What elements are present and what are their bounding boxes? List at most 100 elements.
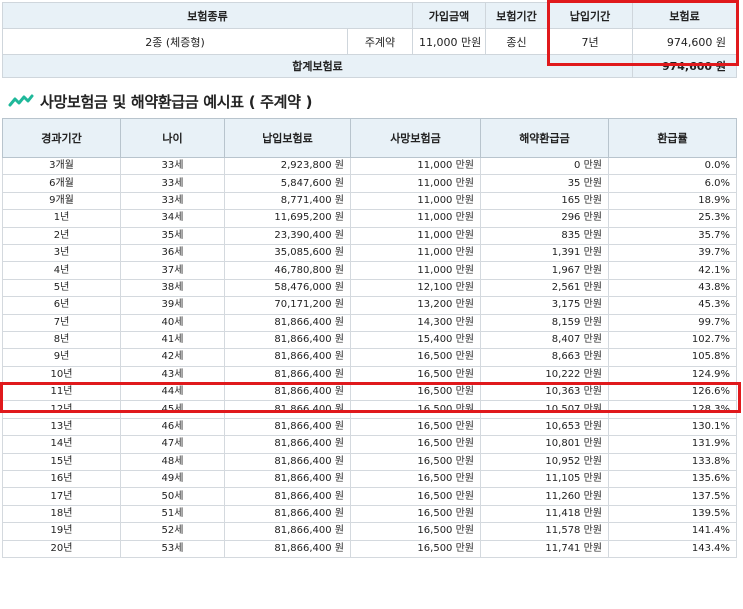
cell-refund-rate: 143.4%: [608, 539, 737, 558]
table-row: 7년 40세 81,866,400 원 14,300 만원 8,159 만원 99.7%: [2, 313, 737, 332]
cell-refund-rate: 39.7%: [608, 243, 737, 263]
cell-death-benefit: 16,500 만원: [350, 487, 481, 506]
cell-surrender-value: 11,105 만원: [480, 470, 609, 489]
cell-refund-rate: 6.0%: [608, 174, 737, 193]
cell-paid-premium: 81,866,400 원: [224, 400, 351, 419]
cell-surrender-value: 8,663 만원: [480, 348, 609, 367]
section-title: 사망보험금 및 해약환급금 예시표 ( 주계약 ): [40, 92, 313, 111]
cell-surrender-value: 11,260 만원: [480, 487, 609, 506]
cell-surrender-value: 2,561 만원: [480, 278, 609, 298]
cell-paid-premium: 81,866,400 원: [224, 470, 351, 489]
cell-refund-rate: 133.8%: [608, 452, 737, 472]
refund-table-header: 경과기간 나이 납입보험료 사망보험금 해약환급금 환급률: [2, 118, 737, 158]
table-row: 19년 52세 81,866,400 원 16,500 만원 11,578 만원 141.…: [2, 522, 737, 541]
cell-age: 36세: [120, 243, 225, 263]
table-row: 17년 50세 81,866,400 원 16,500 만원 11,260 만원 137.…: [2, 487, 737, 506]
col-death-benefit: 사망보험금: [350, 118, 481, 158]
cell-death-benefit: 11,000 만원: [350, 209, 481, 228]
cell-age: 50세: [120, 487, 225, 506]
cell-death-benefit: 16,500 만원: [350, 504, 481, 524]
table-row: 3년 36세 35,085,600 원 11,000 만원 1,391 만원 39.7%: [2, 243, 737, 263]
cell-surrender-value: 11,578 만원: [480, 522, 609, 541]
table-row: 6년 39세 70,171,200 원 13,200 만원 3,175 만원 45.3%: [2, 296, 737, 315]
cell-age: 35세: [120, 226, 225, 245]
table-row: 11년 44세 81,866,400 원 16,500 만원 10,363 만원 126.…: [2, 383, 737, 402]
cell-refund-rate: 35.7%: [608, 226, 737, 245]
cell-surrender-value: 10,801 만원: [480, 435, 609, 454]
cell-death-benefit: 11,000 만원: [350, 191, 481, 211]
cell-age: 41세: [120, 330, 225, 350]
table-row: 16년 49세 81,866,400 원 16,500 만원 11,105 만원 135.…: [2, 470, 737, 489]
cell-surrender-value: 10,222 만원: [480, 365, 609, 385]
cell-surrender-value: 11,418 만원: [480, 504, 609, 524]
table-row: 8년 41세 81,866,400 원 15,400 만원 8,407 만원 102.7%: [2, 330, 737, 350]
cell-death-benefit: 11,000 만원: [350, 261, 481, 280]
cell-paid-premium: 81,866,400 원: [224, 452, 351, 472]
cell-refund-rate: 0.0%: [608, 156, 737, 176]
payment-period-value: 7년: [547, 28, 634, 55]
cell-elapsed-period: 8년: [2, 330, 121, 350]
cell-surrender-value: 8,159 만원: [480, 313, 609, 332]
cell-death-benefit: 11,000 만원: [350, 226, 481, 245]
table-row: 15년 48세 81,866,400 원 16,500 만원 10,952 만원 133.…: [2, 452, 737, 472]
cell-paid-premium: 11,695,200 원: [224, 209, 351, 228]
cell-age: 37세: [120, 261, 225, 280]
header-coverage: 가입금액: [412, 2, 487, 29]
cell-surrender-value: 10,653 만원: [480, 417, 609, 437]
cell-death-benefit: 16,500 만원: [350, 400, 481, 419]
cell-elapsed-period: 9개월: [2, 191, 121, 211]
cell-surrender-value: 1,967 만원: [480, 261, 609, 280]
cell-elapsed-period: 19년: [2, 522, 121, 541]
cell-elapsed-period: 18년: [2, 504, 121, 524]
col-surrender-value: 해약환급금: [480, 118, 609, 158]
summary-total-row: 합계보험료 974,600 원: [1, 54, 738, 78]
cell-refund-rate: 18.9%: [608, 191, 737, 211]
header-insurance-type: 보험종류: [1, 2, 414, 29]
table-row: 4년 37세 46,780,800 원 11,000 만원 1,967 만원 42.1%: [2, 261, 737, 280]
cell-age: 33세: [120, 174, 225, 193]
cell-elapsed-period: 6년: [2, 296, 121, 315]
cell-refund-rate: 131.9%: [608, 435, 737, 454]
cell-paid-premium: 81,866,400 원: [224, 417, 351, 437]
col-elapsed-period: 경과기간: [2, 118, 121, 158]
cell-elapsed-period: 13년: [2, 417, 121, 437]
cell-age: 40세: [120, 313, 225, 332]
cell-death-benefit: 16,500 만원: [350, 348, 481, 367]
cell-surrender-value: 165 만원: [480, 191, 609, 211]
col-refund-rate: 환급률: [608, 118, 737, 158]
cell-surrender-value: 10,507 만원: [480, 400, 609, 419]
summary-header-row: 보험종류 가입금액 보험기간 납입기간 보험료: [1, 2, 738, 29]
cell-death-benefit: 11,000 만원: [350, 243, 481, 263]
cell-age: 33세: [120, 156, 225, 176]
cell-surrender-value: 0 만원: [480, 156, 609, 176]
table-row: 9개월 33세 8,771,400 원 11,000 만원 165 만원 18.9%: [2, 191, 737, 211]
cell-death-benefit: 11,000 만원: [350, 156, 481, 176]
refund-table: 경과기간 나이 납입보험료 사망보험금 해약환급금 환급률 3개월 33세 2,92…: [2, 118, 737, 558]
cell-surrender-value: 35 만원: [480, 174, 609, 193]
cell-elapsed-period: 4년: [2, 261, 121, 280]
table-row: 3개월 33세 2,923,800 원 11,000 만원 0 만원 0.0%: [2, 156, 737, 176]
table-row: 2년 35세 23,390,400 원 11,000 만원 835 만원 35.7%: [2, 226, 737, 245]
table-row: 18년 51세 81,866,400 원 16,500 만원 11,418 만원 139.…: [2, 504, 737, 524]
cell-elapsed-period: 9년: [2, 348, 121, 367]
cell-refund-rate: 105.8%: [608, 348, 737, 367]
cell-paid-premium: 81,866,400 원: [224, 313, 351, 332]
cell-paid-premium: 46,780,800 원: [224, 261, 351, 280]
coverage-value: 11,000 만원: [412, 28, 487, 55]
cell-death-benefit: 16,500 만원: [350, 365, 481, 385]
cell-death-benefit: 13,200 만원: [350, 296, 481, 315]
cell-elapsed-period: 3개월: [2, 156, 121, 176]
cell-paid-premium: 81,866,400 원: [224, 348, 351, 367]
cell-refund-rate: 43.8%: [608, 278, 737, 298]
insurance-type-value: 2종 (체증형): [2, 28, 348, 55]
contract-value: 주계약: [346, 28, 414, 55]
cell-surrender-value: 3,175 만원: [480, 296, 609, 315]
cell-age: 48세: [120, 452, 225, 472]
cell-age: 45세: [120, 400, 225, 419]
cell-elapsed-period: 16년: [2, 470, 121, 489]
cell-elapsed-period: 11년: [2, 383, 121, 402]
cell-death-benefit: 16,500 만원: [350, 522, 481, 541]
cell-death-benefit: 16,500 만원: [350, 470, 481, 489]
cell-paid-premium: 70,171,200 원: [224, 296, 351, 315]
cell-surrender-value: 835 만원: [480, 226, 609, 245]
